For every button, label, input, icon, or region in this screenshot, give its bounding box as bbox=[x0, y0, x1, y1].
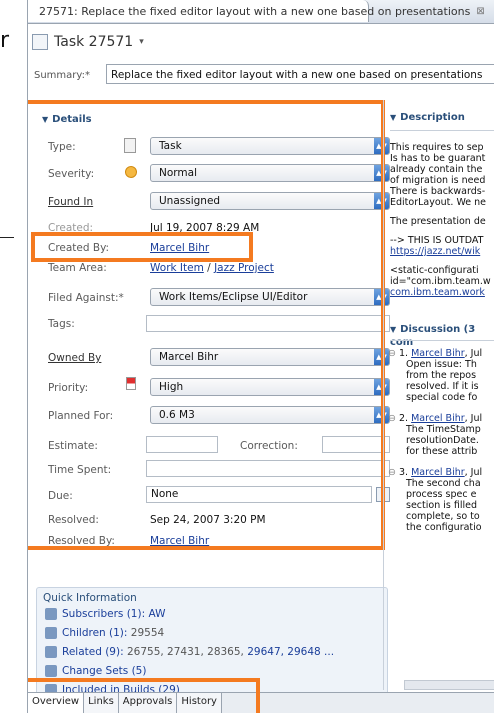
description-line: already contain the bbox=[390, 164, 483, 175]
description-line: EditorLayout. We ne bbox=[390, 197, 487, 208]
comment-line: complete, so to bbox=[406, 511, 480, 522]
page-title: Task 27571 bbox=[54, 34, 134, 50]
description-line: This requires to sep bbox=[390, 142, 484, 153]
comment-author-link[interactable]: Marcel Bihr bbox=[411, 413, 465, 424]
description-line: id="com.ibm.team.w bbox=[390, 276, 491, 287]
description-line: of migration is need bbox=[390, 175, 486, 186]
collapse-triangle-icon: ▼ bbox=[390, 325, 397, 334]
comment-date: , Jul bbox=[464, 348, 483, 359]
comment-line: for these attrib bbox=[406, 446, 478, 457]
comment-line: resolved. If it is bbox=[406, 381, 479, 392]
children-link[interactable]: Children (1): bbox=[62, 627, 127, 639]
description-line: There is backwards- bbox=[390, 186, 486, 197]
comment-line: the configuratio bbox=[406, 522, 482, 533]
details-highlight-box bbox=[28, 100, 385, 550]
comment-line: from the repos bbox=[406, 370, 477, 381]
comment-date: , Jul bbox=[464, 467, 483, 478]
work-item-header: Task 27571 ▾ bbox=[32, 34, 144, 50]
comment-date: , Jul bbox=[464, 413, 483, 424]
summary-label: Summary:* bbox=[34, 70, 90, 81]
description-text: This requires to sep Is has to be guaran… bbox=[390, 142, 491, 298]
children-value: 29554 bbox=[130, 627, 165, 639]
comment-3: ⊖ 3. Marcel Bihr, Jul The second cha pro… bbox=[388, 467, 482, 533]
callout-connector-line bbox=[0, 237, 14, 238]
collapse-icon[interactable]: ⊖ bbox=[388, 467, 396, 478]
comment-number: 2. bbox=[399, 413, 409, 424]
comment-author-link[interactable]: Marcel Bihr bbox=[411, 467, 465, 478]
collapse-icon[interactable]: ⊖ bbox=[388, 348, 396, 359]
subscribers-icon bbox=[45, 608, 57, 620]
comment-number: 3. bbox=[399, 467, 409, 478]
children-icon bbox=[45, 627, 57, 639]
editor-tab-bar: 27571: Replace the fixed editor layout w… bbox=[28, 0, 494, 24]
comment-number: 1. bbox=[399, 348, 409, 359]
description-line: Is has to be guarant bbox=[390, 153, 486, 164]
comment-line: special code fo bbox=[406, 392, 478, 403]
subscribers-row[interactable]: Subscribers (1): AW bbox=[45, 608, 165, 620]
divider bbox=[390, 130, 494, 131]
comment-line: process spec e bbox=[406, 489, 477, 500]
comment-line: section is filled bbox=[406, 500, 477, 511]
task-icon bbox=[32, 34, 48, 50]
description-link[interactable]: https://jazz.net/wik bbox=[390, 246, 491, 257]
change-sets-icon bbox=[45, 665, 57, 677]
comment-line: The second cha bbox=[406, 478, 481, 489]
editor-tab[interactable]: 27571: Replace the fixed editor layout w… bbox=[28, 0, 485, 22]
horizontal-scrollbar[interactable] bbox=[404, 680, 494, 690]
comment-1: ⊖ 1. Marcel Bihr, Jul Open issue: Th fro… bbox=[388, 348, 482, 403]
comment-line: resolutionDate. bbox=[406, 435, 479, 446]
related-row[interactable]: Related (9): 26755, 27431, 28365, 29647,… bbox=[45, 646, 334, 658]
divider bbox=[390, 340, 494, 341]
cropped-letter: r bbox=[0, 28, 10, 53]
work-item-editor: 27571: Replace the fixed editor layout w… bbox=[27, 0, 494, 713]
quick-information-title: Quick Information bbox=[43, 592, 137, 604]
related-icon bbox=[45, 646, 57, 658]
right-column: ▼ Description This requires to sep Is has… bbox=[383, 100, 494, 690]
work-item-icon bbox=[32, 5, 36, 17]
related-link[interactable]: Related (9): bbox=[62, 646, 124, 658]
close-icon[interactable]: ⊠ bbox=[476, 6, 484, 17]
discussion-title: Discussion (3 com bbox=[390, 324, 476, 348]
description-section-header[interactable]: ▼ Description bbox=[390, 110, 465, 123]
editor-tab-title: 27571: Replace the fixed editor layout w… bbox=[39, 4, 471, 18]
tabs-highlight-box bbox=[28, 678, 260, 713]
description-line: --> THIS IS OUTDAT bbox=[390, 235, 484, 246]
children-row[interactable]: Children (1): 29554 bbox=[45, 627, 164, 639]
summary-input[interactable]: Replace the fixed editor layout with a n… bbox=[106, 64, 494, 84]
change-sets-row[interactable]: Change Sets (5) bbox=[45, 665, 146, 677]
change-sets-link[interactable]: Change Sets (5) bbox=[62, 665, 146, 677]
description-line: <static-configurati bbox=[390, 265, 479, 276]
discussion-section-header[interactable]: ▼ Discussion (3 com bbox=[390, 322, 494, 348]
comment-line: The TimeStamp bbox=[406, 424, 481, 435]
comment-2: ⊖ 2. Marcel Bihr, Jul The TimeStamp reso… bbox=[388, 413, 482, 457]
collapse-triangle-icon: ▼ bbox=[390, 113, 397, 122]
related-values: 26755, 27431, 28365, bbox=[126, 646, 244, 658]
related-links[interactable]: 29647, 29648 ... bbox=[247, 646, 334, 658]
description-link[interactable]: com.ibm.team.work bbox=[390, 287, 491, 298]
discussion-comments: ⊖ 1. Marcel Bihr, Jul Open issue: Th fro… bbox=[388, 348, 482, 533]
description-title: Description bbox=[400, 112, 465, 123]
subscribers-link[interactable]: Subscribers (1): AW bbox=[62, 608, 165, 620]
description-line: The presentation de bbox=[390, 216, 486, 227]
created-by-highlight-box bbox=[31, 232, 253, 262]
collapse-icon[interactable]: ⊖ bbox=[388, 413, 396, 424]
comment-author-link[interactable]: Marcel Bihr bbox=[411, 348, 465, 359]
comment-line: Open issue: Th bbox=[406, 359, 477, 370]
chevron-down-icon[interactable]: ▾ bbox=[139, 37, 144, 47]
